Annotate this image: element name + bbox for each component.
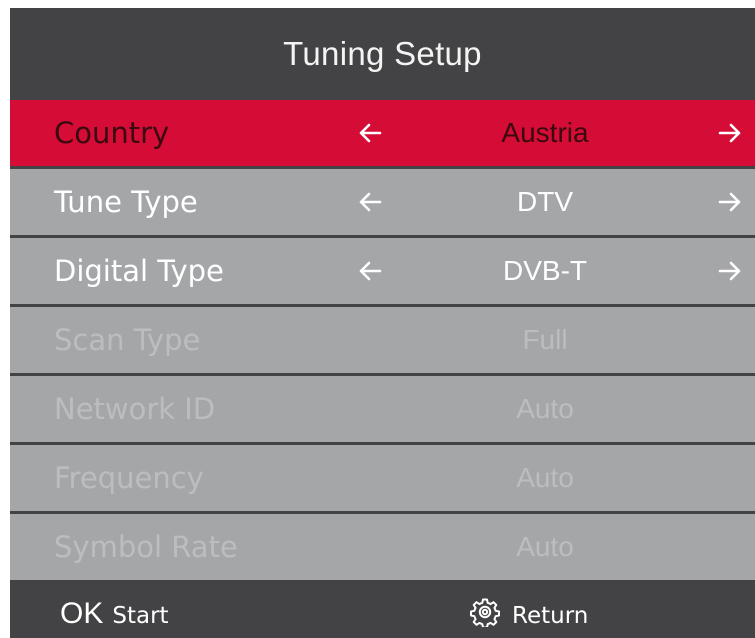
- symbol-rate-value: Auto: [516, 531, 574, 562]
- start-label: Start: [112, 603, 169, 629]
- country-label: Country: [54, 116, 170, 150]
- frequency-value: Auto: [516, 462, 574, 493]
- country-value: Austria: [501, 117, 589, 148]
- symbol-rate-label: Symbol Rate: [54, 530, 238, 564]
- right-arrow-icon[interactable]: [718, 122, 742, 144]
- return-label: Return: [512, 603, 589, 629]
- network-id-row: Network ID Auto: [10, 376, 755, 442]
- right-arrow-icon[interactable]: [718, 260, 742, 282]
- left-arrow-icon[interactable]: [358, 260, 382, 282]
- return-button[interactable]: Return: [470, 586, 588, 638]
- gear-icon: [470, 597, 500, 629]
- tune-type-label: Tune Type: [54, 185, 198, 219]
- right-arrow-icon[interactable]: [718, 191, 742, 213]
- country-row[interactable]: Country Austria: [10, 100, 755, 166]
- digital-type-label: Digital Type: [54, 254, 224, 288]
- frequency-label: Frequency: [54, 461, 204, 495]
- left-arrow-icon[interactable]: [358, 191, 382, 213]
- symbol-rate-row: Symbol Rate Auto: [10, 514, 755, 580]
- scan-type-row: Scan Type Full: [10, 307, 755, 373]
- tune-type-value: DTV: [517, 186, 573, 217]
- start-button[interactable]: OK Start: [60, 586, 169, 638]
- digital-type-value: DVB-T: [503, 255, 587, 286]
- tune-type-row[interactable]: Tune Type DTV: [10, 169, 755, 235]
- network-id-value: Auto: [516, 393, 574, 424]
- left-arrow-icon[interactable]: [358, 122, 382, 144]
- digital-type-row[interactable]: Digital Type DVB-T: [10, 238, 755, 304]
- footer-bar: OK Start Return: [10, 586, 755, 638]
- network-id-label: Network ID: [54, 392, 216, 426]
- frequency-row: Frequency Auto: [10, 445, 755, 511]
- menu-rows: Country Austria Tune Type DTV Digital Ty…: [10, 100, 755, 583]
- menu-title: Tuning Setup: [283, 35, 482, 72]
- tuning-setup-menu: Tuning Setup Country Austria Tune Type D…: [10, 8, 755, 638]
- scan-type-label: Scan Type: [54, 323, 201, 357]
- scan-type-value: Full: [522, 324, 568, 355]
- ok-key-icon: OK: [60, 597, 104, 630]
